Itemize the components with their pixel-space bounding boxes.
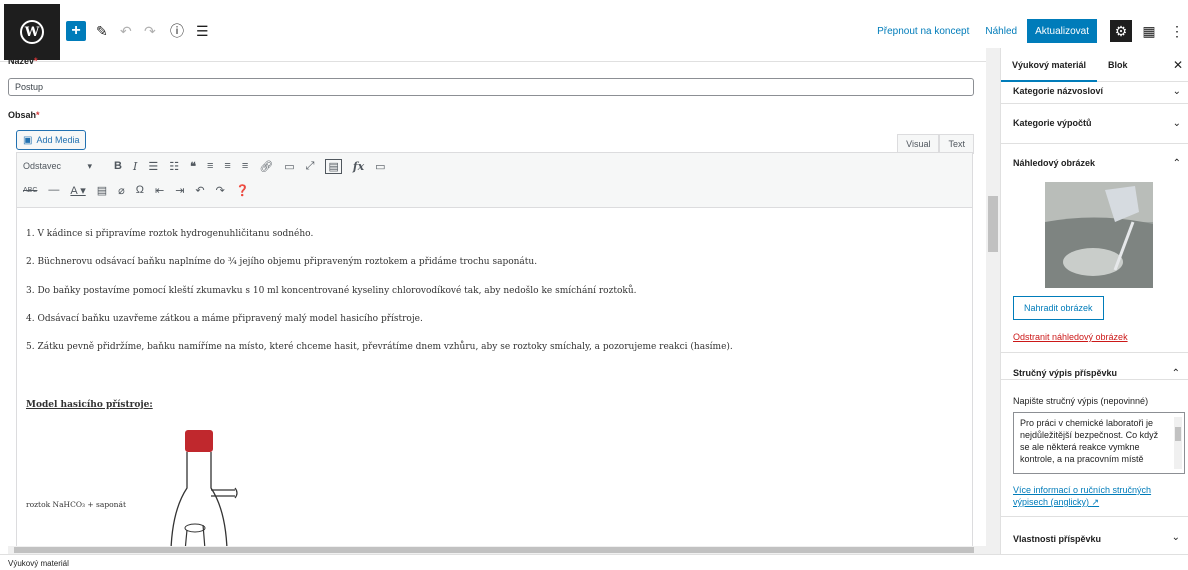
numbered-list-icon[interactable]: ☷: [169, 160, 179, 173]
panel-excerpt-title[interactable]: Stručný výpis příspěvku: [1013, 368, 1117, 378]
close-icon[interactable]: ✕: [1173, 58, 1183, 72]
list-view-icon: ☰: [196, 22, 209, 39]
title-label: Název*: [8, 56, 38, 66]
redo-icon[interactable]: ↷: [216, 184, 225, 197]
content-editor[interactable]: 1. V kádince si připravíme roztok hydrog…: [16, 208, 973, 570]
chevron-up-icon[interactable]: ⌃: [1172, 368, 1180, 379]
excerpt-text: Pro práci v chemické laboratoři je nejdů…: [1020, 418, 1159, 464]
excerpt-hint: Napište stručný výpis (nepovinné): [1013, 396, 1149, 406]
plus-icon: +: [71, 22, 81, 39]
tab-block[interactable]: Blok: [1097, 48, 1139, 82]
formula-icon[interactable]: fx: [353, 160, 364, 173]
panel-naming[interactable]: Kategorie názvosloví ⌄: [1001, 82, 1188, 104]
outdent-icon[interactable]: ⇤: [155, 184, 164, 197]
align-center-icon[interactable]: ≡: [224, 160, 230, 172]
remove-image-link[interactable]: Odstranit náhledový obrázek: [1013, 332, 1128, 342]
redo-button[interactable]: ↷: [144, 19, 156, 43]
add-media-button[interactable]: ▣ Add Media: [16, 130, 87, 150]
options-button[interactable]: ⋮: [1166, 20, 1188, 42]
align-right-icon[interactable]: ≡: [242, 160, 248, 172]
wordpress-logo-button[interactable]: W: [4, 4, 60, 60]
excerpt-scrollbar[interactable]: [1174, 417, 1182, 469]
tab-text[interactable]: Text: [939, 134, 974, 154]
panel-featured-title[interactable]: Náhledový obrázek: [1013, 158, 1095, 168]
content-label: Obsah*: [8, 110, 40, 120]
fullscreen-icon[interactable]: ⤢: [306, 160, 315, 173]
model-title: Model hasicího přístroje:: [26, 400, 153, 410]
step-5: 5. Zátku pevně přidržíme, baňku namíříme…: [26, 342, 733, 352]
align-left-icon[interactable]: ≡: [207, 160, 213, 172]
outline-button[interactable]: ☰: [196, 19, 209, 43]
horizontal-scrollbar[interactable]: [8, 546, 986, 554]
text-color-icon[interactable]: A ▾: [70, 184, 85, 197]
featured-image-thumbnail[interactable]: [1045, 182, 1153, 288]
step-2: 2. Büchnerovu odsávací baňku naplníme do…: [26, 257, 538, 267]
panel-calc[interactable]: Kategorie výpočtů ⌄: [1001, 104, 1188, 144]
bullet-list-icon[interactable]: ☰: [148, 160, 158, 173]
tab-post[interactable]: Výukový materiál: [1001, 48, 1097, 82]
divider: [1001, 352, 1188, 353]
editor-scrollbar[interactable]: [986, 48, 1000, 554]
update-button[interactable]: Aktualizovat: [1027, 19, 1097, 43]
excerpt-more-info-link[interactable]: Více informací o ručních stručných výpis…: [1013, 484, 1183, 508]
pencil-icon: ✎: [96, 22, 108, 39]
wordpress-icon: W: [20, 20, 44, 44]
tab-visual[interactable]: Visual: [897, 134, 940, 154]
blockquote-icon[interactable]: ❝: [190, 160, 196, 173]
panel-properties-title[interactable]: Vlastnosti příspěvku: [1013, 534, 1101, 544]
chevron-down-icon: ⌄: [1172, 118, 1181, 129]
excerpt-textarea[interactable]: Pro práci v chemické laboratoři je nejdů…: [1013, 412, 1185, 474]
toolbar-toggle-icon[interactable]: ▤: [325, 158, 342, 174]
info-icon: ⓘ: [170, 23, 184, 39]
step-4: 4. Odsávací baňku uzavřeme zátkou a máme…: [26, 314, 423, 324]
more-vertical-icon: ⋮: [1170, 22, 1184, 39]
undo-button[interactable]: ↶: [120, 19, 132, 43]
chevron-down-icon: ⌄: [1172, 86, 1181, 97]
switch-to-draft-button[interactable]: Přepnout na koncept: [877, 26, 969, 37]
strikethrough-icon[interactable]: ABC: [23, 187, 37, 194]
grid-icon: ▦: [1142, 22, 1156, 39]
chevron-down-icon: ▾: [87, 160, 92, 171]
redo-icon: ↷: [144, 22, 156, 39]
format-select[interactable]: Odstavec ▾: [23, 161, 103, 172]
panel-calc-title: Kategorie výpočtů: [1013, 118, 1092, 128]
classic-editor-toolbar: Odstavec ▾ B I ☰ ☷ ❝ ≡ ≡ ≡ 🔗︎ ▭ ⤢ ▤ fx ▭ …: [16, 152, 973, 208]
media-icon: ▣: [23, 134, 33, 146]
external-link-icon: ↗: [1091, 497, 1100, 507]
step-1: 1. V kádince si připravíme roztok hydrog…: [26, 229, 314, 239]
details-button[interactable]: ⓘ: [170, 19, 184, 43]
horizontal-line-icon[interactable]: —: [48, 184, 59, 196]
replace-image-button[interactable]: Nahradit obrázek: [1013, 296, 1104, 320]
read-more-icon[interactable]: ▭: [284, 160, 294, 173]
settings-button[interactable]: ⚙: [1110, 20, 1132, 42]
special-char-icon[interactable]: Ω: [136, 184, 144, 196]
help-icon[interactable]: ❓: [236, 184, 250, 197]
panel-naming-title: Kategorie názvosloví: [1013, 86, 1104, 96]
embed-icon[interactable]: ▭: [375, 160, 385, 173]
clear-format-icon[interactable]: ⌀: [118, 184, 125, 197]
figure-caption: roztok NaHCO₃ + saponát: [26, 500, 126, 509]
settings-sidebar: Výukový materiál Blok ✕ Kategorie názvos…: [1000, 48, 1188, 570]
chevron-up-icon[interactable]: ⌃: [1173, 158, 1181, 169]
chevron-down-icon[interactable]: ⌄: [1172, 532, 1180, 543]
title-input[interactable]: [8, 78, 974, 96]
preview-button[interactable]: Náhled: [985, 26, 1017, 37]
add-media-label: Add Media: [36, 135, 80, 145]
indent-icon[interactable]: ⇥: [175, 184, 184, 197]
step-3: 3. Do baňky postavíme pomocí kleští zkum…: [26, 286, 637, 296]
paste-text-icon[interactable]: ▤: [97, 184, 107, 197]
undo-icon: ↶: [120, 22, 132, 39]
block-breadcrumb[interactable]: Výukový materiál: [0, 554, 1188, 570]
tools-button[interactable]: ✎: [96, 19, 108, 43]
link-icon[interactable]: 🔗︎: [259, 160, 273, 173]
divider: [1001, 516, 1188, 517]
undo-icon[interactable]: ↶: [195, 184, 204, 197]
italic-icon[interactable]: I: [133, 160, 137, 173]
plugin-button[interactable]: ▦: [1138, 20, 1160, 42]
add-block-button[interactable]: +: [66, 21, 86, 41]
bold-icon[interactable]: B: [114, 160, 122, 172]
gear-icon: ⚙: [1114, 22, 1128, 39]
